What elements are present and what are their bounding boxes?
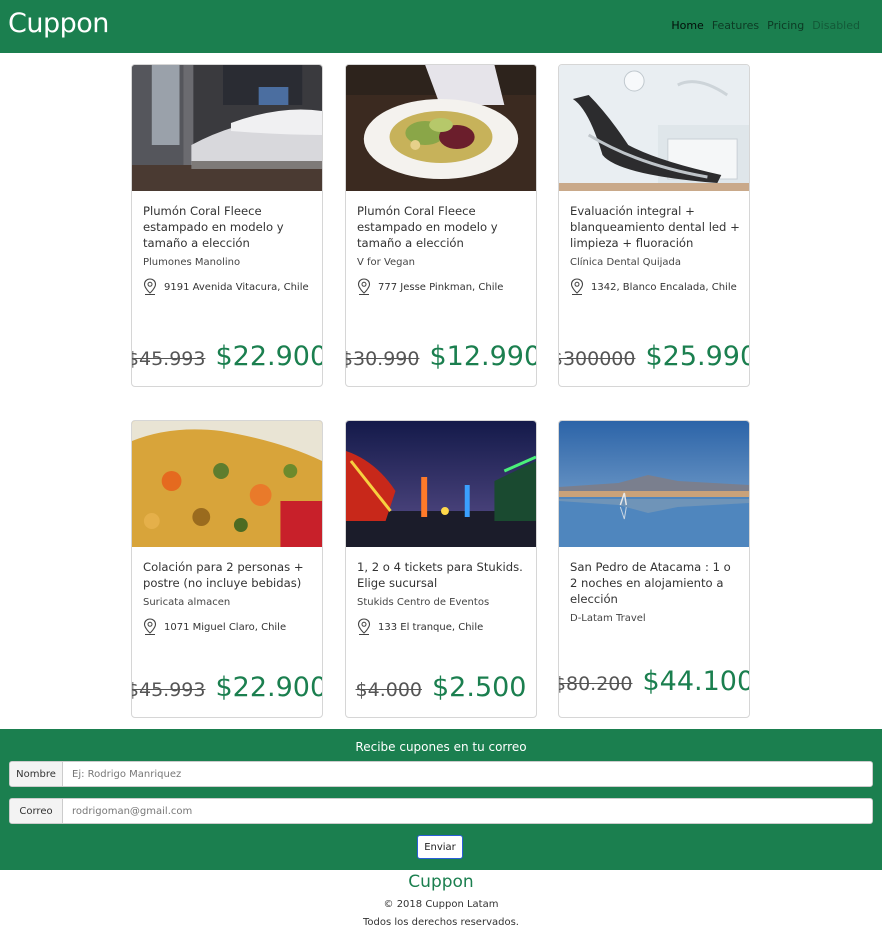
name-input[interactable] [63, 762, 872, 786]
card-location-text: 133 El tranque, Chile [378, 621, 484, 633]
footer-brand: Cuppon [408, 872, 474, 892]
card-prices: $4.000 $2.500 [349, 672, 533, 703]
card-title: Plumón Coral Fleece estampado en modelo … [143, 204, 284, 250]
new-price: $2.500 [432, 672, 527, 703]
card-prices: $45.993 $22.900 [132, 672, 322, 703]
card-prices: $30.990 $12.990 [346, 341, 536, 372]
nav-link-features[interactable]: Features [712, 19, 759, 32]
name-input-group: Nombre [9, 761, 873, 787]
card-title: Evaluación integral + blanqueamiento den… [570, 204, 740, 250]
new-price: $12.990 [429, 341, 537, 372]
new-price: $22.900 [215, 672, 323, 703]
card-merchant: Stukids Centro de Eventos [357, 597, 490, 608]
new-price: $44.100 [642, 666, 750, 697]
subscribe-section: Recibe cupones en tu correo Nombre Corre… [0, 729, 882, 870]
card-image-salad [346, 65, 536, 191]
card-body: San Pedro de Atacama : 1 o 2 noches en a… [570, 559, 741, 624]
card-image-amusement-park [346, 421, 536, 547]
footer-copyright: © 2018 Cuppon Latam [383, 899, 499, 910]
old-price: $4.000 [355, 679, 422, 701]
card-body: Evaluación integral + blanqueamiento den… [570, 203, 741, 296]
old-price: $300000 [558, 348, 636, 370]
card-merchant: Suricata almacen [143, 597, 231, 608]
card-image-food [132, 421, 322, 547]
card-body: Plumón Coral Fleece estampado en modelo … [143, 203, 314, 296]
card-location: 1342, Blanco Encalada, Chile [570, 278, 741, 296]
coupon-card[interactable]: 1, 2 o 4 tickets para Stukids. Elige suc… [345, 420, 537, 718]
card-title: Colación para 2 personas + postre (no in… [143, 560, 304, 590]
card-location: 777 Jesse Pinkman, Chile [357, 278, 528, 296]
card-location: 9191 Avenida Vitacura, Chile [143, 278, 314, 296]
card-image-atacama-lake [559, 421, 749, 547]
old-price: $80.200 [558, 673, 633, 695]
old-price: $30.990 [345, 348, 420, 370]
map-pin-icon [143, 618, 157, 635]
card-body: 1, 2 o 4 tickets para Stukids. Elige suc… [357, 559, 528, 636]
coupon-card[interactable]: Colación para 2 personas + postre (no in… [131, 420, 323, 718]
subscribe-title: Recibe cupones en tu correo [355, 740, 527, 754]
card-title: 1, 2 o 4 tickets para Stukids. Elige suc… [357, 560, 523, 590]
card-location-text: 9191 Avenida Vitacura, Chile [164, 281, 309, 293]
nav-links: Home Features Pricing Disabled [671, 19, 860, 32]
card-merchant: Clínica Dental Quijada [570, 257, 682, 268]
old-price: $45.993 [131, 679, 206, 701]
card-image-bedroom [132, 65, 322, 191]
card-merchant: V for Vegan [357, 257, 415, 268]
card-image-dental-chair [559, 65, 749, 191]
card-title: San Pedro de Atacama : 1 o 2 noches en a… [570, 560, 731, 606]
nav-link-disabled: Disabled [812, 19, 860, 32]
card-location-text: 1342, Blanco Encalada, Chile [591, 281, 737, 293]
nav-link-pricing[interactable]: Pricing [767, 19, 804, 32]
card-prices: $80.200 $44.100 [559, 666, 749, 697]
map-pin-icon [143, 278, 157, 295]
coupon-card[interactable]: San Pedro de Atacama : 1 o 2 noches en a… [558, 420, 750, 718]
card-location: 1071 Miguel Claro, Chile [143, 618, 314, 636]
name-label: Nombre [10, 762, 63, 786]
footer-rights: Todos los derechos reservados. [363, 917, 519, 928]
send-button[interactable]: Enviar [417, 835, 463, 859]
email-input-group: Correo [9, 798, 873, 824]
old-price: $45.993 [131, 348, 206, 370]
nav-link-home[interactable]: Home [671, 19, 703, 32]
card-prices: $300000 $25.990 [559, 341, 749, 372]
map-pin-icon [357, 618, 371, 635]
coupon-card[interactable]: Plumón Coral Fleece estampado en modelo … [345, 64, 537, 387]
new-price: $22.900 [215, 341, 323, 372]
map-pin-icon [357, 278, 371, 295]
card-body: Plumón Coral Fleece estampado en modelo … [357, 203, 528, 296]
card-merchant: Plumones Manolino [143, 257, 241, 268]
coupon-card[interactable]: Plumón Coral Fleece estampado en modelo … [131, 64, 323, 387]
card-location-text: 777 Jesse Pinkman, Chile [378, 281, 504, 293]
email-label: Correo [10, 799, 63, 823]
coupon-card[interactable]: Evaluación integral + blanqueamiento den… [558, 64, 750, 387]
navbar: Cuppon Home Features Pricing Disabled [0, 0, 882, 53]
card-location-text: 1071 Miguel Claro, Chile [164, 621, 287, 633]
card-location: 133 El tranque, Chile [357, 618, 528, 636]
card-title: Plumón Coral Fleece estampado en modelo … [357, 204, 498, 250]
brand-logo[interactable]: Cuppon [8, 8, 109, 39]
map-pin-icon [570, 278, 584, 295]
email-input[interactable] [63, 799, 872, 823]
card-merchant: D-Latam Travel [570, 613, 646, 624]
card-prices: $45.993 $22.900 [132, 341, 322, 372]
card-body: Colación para 2 personas + postre (no in… [143, 559, 314, 636]
new-price: $25.990 [645, 341, 750, 372]
